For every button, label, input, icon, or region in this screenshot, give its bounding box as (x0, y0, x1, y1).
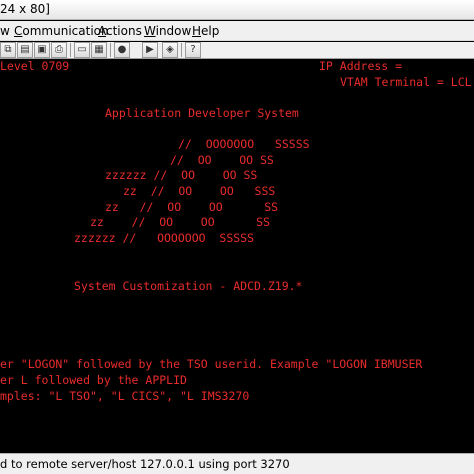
play-icon[interactable]: ▶ (142, 42, 158, 58)
copy-icon[interactable]: ⧉ (0, 42, 16, 58)
help-icon[interactable]: ? (185, 42, 201, 58)
terminal-line: zz // OO OO SS (105, 200, 279, 214)
disk-icon[interactable]: ▣ (34, 42, 50, 58)
menu-actions[interactable]: Actions (98, 24, 142, 38)
toolbar-separator (181, 43, 182, 57)
terminal-line: // OOOOOOO SSSSS (178, 137, 310, 151)
menu-actions-mnemonic: A (98, 24, 106, 38)
print-icon[interactable]: ⎙ (51, 42, 67, 58)
menu-communication[interactable]: Communication (14, 24, 109, 38)
terminal-line: Level 0709 (0, 59, 70, 73)
monitor-icon[interactable]: ▦ (91, 42, 107, 58)
terminal-screen[interactable]: Level 0709 IP Address = VTAM Terminal = … (0, 59, 474, 453)
paste-icon[interactable]: ▤ (17, 42, 33, 58)
menu-help[interactable]: Help (192, 24, 219, 38)
terminal-line: zzzzzz // OO OO SS (105, 168, 258, 182)
window-title-bar[interactable]: 24 x 80] (0, 0, 474, 20)
toolbar-separator (110, 43, 111, 57)
terminal-line: zzzzzz // OOOOOOO SSSSS (74, 231, 255, 245)
screen-icon[interactable]: ▭ (74, 42, 90, 58)
terminal-line: // OO OO SS (170, 153, 274, 167)
menu-communication-rest: ommunication (22, 24, 109, 38)
menu-view[interactable]: w (0, 24, 10, 38)
menu-actions-rest: ctions (106, 24, 142, 38)
menu-help-mnemonic: H (192, 24, 202, 38)
terminal-line: mples: "L TSO", "L CICS", "L IMS3270 (0, 389, 250, 403)
connection-status: d to remote server/host 127.0.0.1 using … (0, 457, 290, 471)
menu-window-mnemonic: W (144, 24, 156, 38)
menu-window-rest: indow (155, 24, 192, 38)
menu-bar: w Communication Actions Window Help (0, 21, 474, 41)
menu-help-rest: elp (201, 24, 220, 38)
terminal-line: System Customization - ADCD.Z19.* (74, 279, 303, 293)
terminal-line: Application Developer System (105, 106, 299, 120)
window-title: 24 x 80] (0, 2, 50, 16)
toolbar: ⧉ ▤ ▣ ⎙ ▭ ▦ ● ▶ ◈ ? (0, 42, 474, 59)
toolbar-separator (70, 43, 71, 57)
terminal-line: IP Address = (319, 59, 403, 73)
status-bar: d to remote server/host 127.0.0.1 using … (0, 453, 474, 474)
terminal-line: er L followed by the APPLID (0, 373, 187, 387)
record-icon[interactable]: ● (114, 42, 130, 58)
menu-window[interactable]: Window (144, 24, 191, 38)
terminal-line: er "LOGON" followed by the TSO userid. E… (0, 357, 423, 371)
terminal-line: VTAM Terminal = LCL (340, 75, 472, 89)
terminal-line: zz // OO OO SS (90, 215, 271, 229)
macro-icon[interactable]: ◈ (162, 42, 178, 58)
terminal-line: zz // OO OO SSS (123, 184, 276, 198)
